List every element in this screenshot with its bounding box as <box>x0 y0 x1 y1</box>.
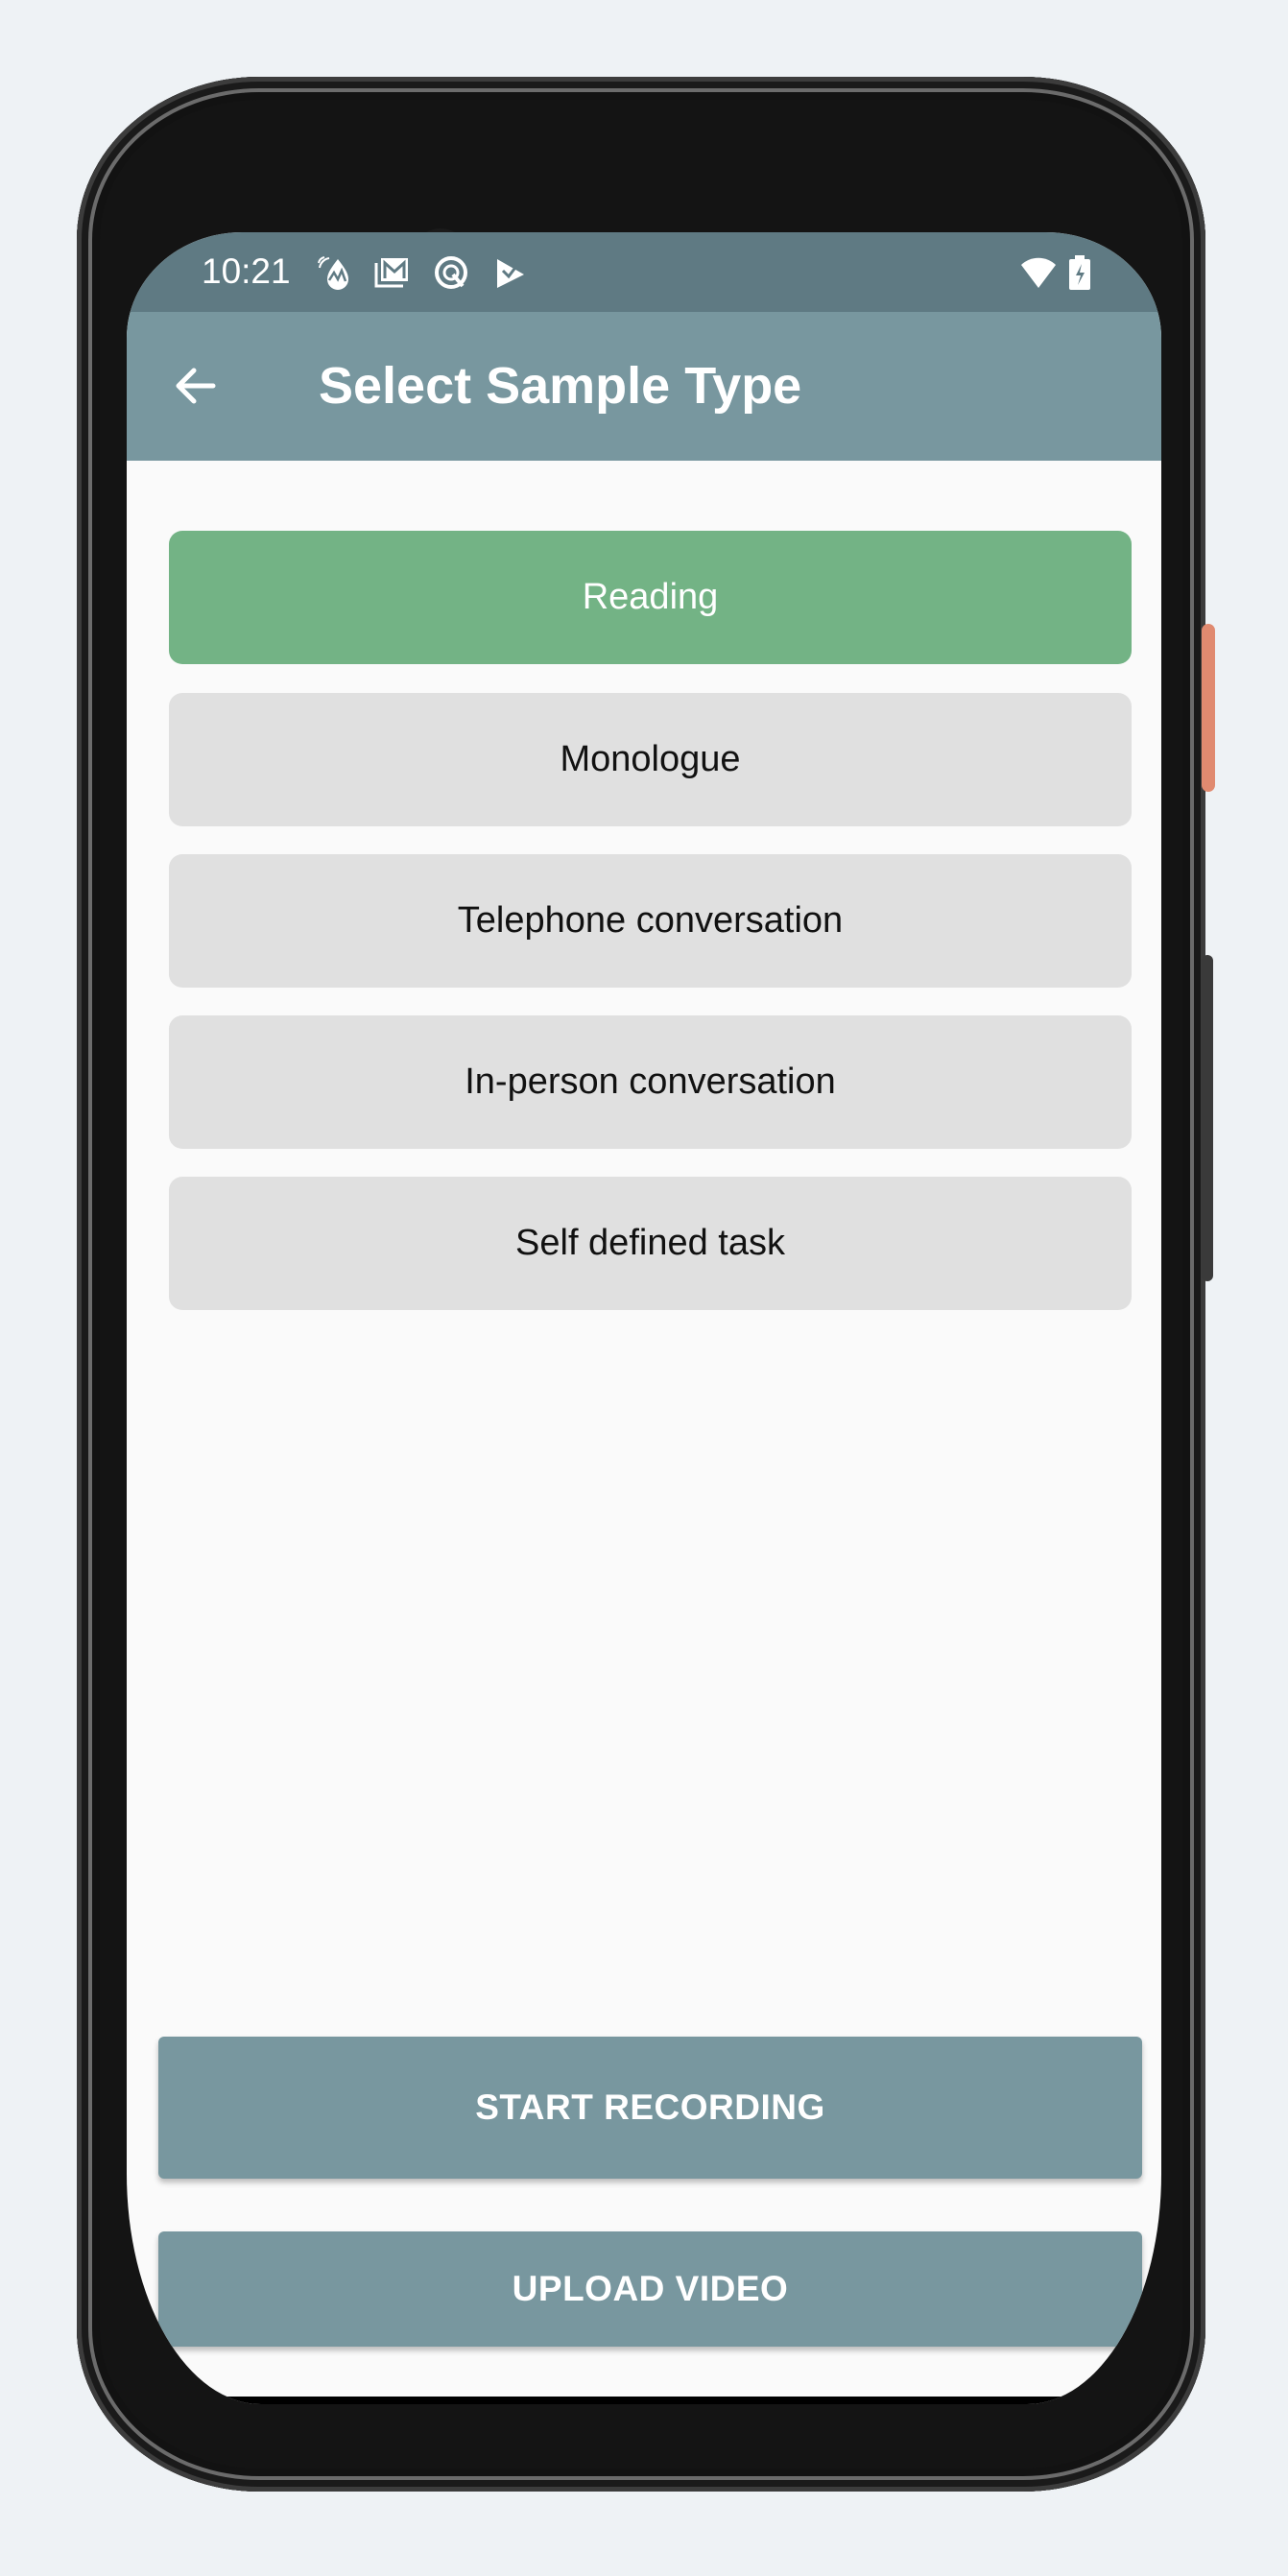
start-recording-button[interactable]: START RECORDING <box>158 2037 1142 2179</box>
option-label: Self defined task <box>515 1223 785 1263</box>
arrow-back-icon <box>176 368 216 404</box>
upload-video-label: UPLOAD VIDEO <box>512 2269 789 2308</box>
option-label: Telephone conversation <box>457 900 844 941</box>
status-bar: 10:21 <box>127 232 1161 312</box>
gmail-stack-icon <box>374 258 408 288</box>
start-recording-label: START RECORDING <box>475 2087 825 2127</box>
page-title: Select Sample Type <box>319 357 802 415</box>
app-screen: 10:21 Select Sample Type Reading Monolog… <box>127 232 1161 2404</box>
volume-button[interactable] <box>1202 955 1213 1281</box>
sample-type-monologue[interactable]: Monologue <box>169 693 1132 826</box>
option-label: Reading <box>582 577 719 617</box>
option-label: Monologue <box>560 739 741 779</box>
app-bar: Select Sample Type <box>127 312 1161 461</box>
power-button[interactable] <box>1202 624 1215 792</box>
upload-video-button[interactable]: UPLOAD VIDEO <box>158 2231 1142 2347</box>
sample-type-reading[interactable]: Reading <box>169 531 1132 664</box>
status-time: 10:21 <box>202 251 291 291</box>
quick-search-icon <box>435 256 467 289</box>
sample-type-self-defined-task[interactable]: Self defined task <box>169 1177 1132 1310</box>
option-label: In-person conversation <box>465 1061 836 1102</box>
back-button[interactable] <box>163 352 230 419</box>
water-drop-chart-icon <box>318 256 348 290</box>
screen-bottom-edge <box>127 2397 1161 2404</box>
wifi-icon <box>1021 257 1056 288</box>
sample-type-in-person-conversation[interactable]: In-person conversation <box>169 1015 1132 1149</box>
play-check-icon <box>497 259 524 288</box>
sample-type-telephone-conversation[interactable]: Telephone conversation <box>169 854 1132 988</box>
battery-charging-icon <box>1069 255 1090 290</box>
